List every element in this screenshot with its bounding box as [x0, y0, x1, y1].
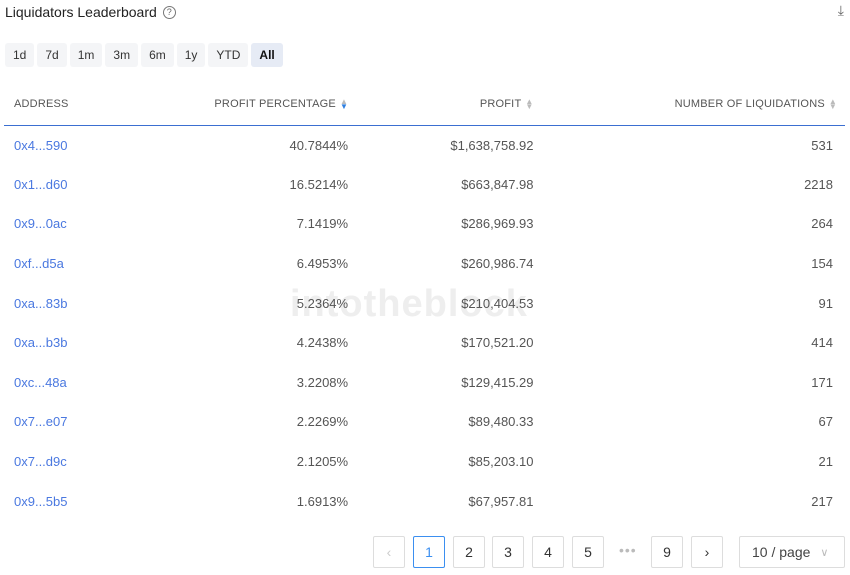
page-button-1[interactable]: 1: [413, 536, 445, 568]
address-cell[interactable]: 0xa...b3b: [4, 323, 122, 363]
page-button-5[interactable]: 5: [572, 536, 604, 568]
profit-cell: $85,203.10: [468, 454, 534, 470]
table-row: 0x9...0ac 7.1419% $286,969.93 264: [4, 204, 845, 244]
column-liquidations[interactable]: NUMBER OF LIQUIDATIONS ▲ ▼: [578, 84, 845, 126]
prev-page-button[interactable]: ‹: [373, 536, 405, 568]
profit-cell: $663,847.98: [461, 176, 534, 192]
liquidations-cell: 414: [811, 335, 833, 351]
address-cell[interactable]: 0x4...590: [4, 125, 122, 165]
liquidations-cell: 264: [811, 216, 833, 232]
table-row: 0xa...b3b 4.2438% $170,521.20 414: [4, 323, 845, 363]
profit-cell: $170,521.20: [461, 335, 534, 351]
time-range-selector: 1d 7d 1m 3m 6m 1y YTD All: [5, 43, 283, 67]
range-button-1d[interactable]: 1d: [5, 43, 35, 67]
sort-icon[interactable]: ▲ ▼: [340, 98, 348, 111]
title-text: Liquidators Leaderboard: [5, 4, 157, 20]
table-row: 0xa...83b 5.2364% $210,404.53 91: [4, 283, 845, 323]
profit-cell: $260,986.74: [461, 256, 534, 272]
liquidations-cell: 2218: [804, 176, 833, 192]
liquidations-cell: 171: [811, 374, 833, 390]
liquidations-cell: 217: [811, 493, 833, 509]
widget-title: Liquidators Leaderboard?: [5, 4, 176, 20]
table-row: 0x7...d9c 2.1205% $85,203.10 21: [4, 442, 845, 482]
table-row: 0xc...48a 3.2208% $129,415.29 171: [4, 363, 845, 403]
pagination-ellipsis[interactable]: •••: [619, 542, 637, 558]
address-cell[interactable]: 0x7...e07: [4, 402, 122, 442]
page-button-3[interactable]: 3: [492, 536, 524, 568]
liquidations-cell: 154: [811, 256, 833, 272]
profit-percentage-cell: 1.6913%: [296, 493, 349, 509]
liquidations-cell: 67: [818, 414, 833, 430]
profit-cell: $1,638,758.92: [450, 137, 534, 153]
profit-cell: $210,404.53: [461, 295, 534, 311]
profit-percentage-cell: 7.1419%: [296, 216, 349, 232]
leaderboard-table: ADDRESS PROFIT PERCENTAGE ▲ ▼ PROFIT ▲ ▼ NUM…: [4, 84, 845, 521]
help-icon[interactable]: ?: [162, 5, 176, 19]
column-profit-percentage[interactable]: PROFIT PERCENTAGE ▲ ▼: [122, 84, 379, 126]
table-row: 0x9...5b5 1.6913% $67,957.81 217: [4, 481, 845, 521]
page-button-4[interactable]: 4: [532, 536, 564, 568]
profit-cell: $67,957.81: [468, 493, 534, 509]
range-button-6m[interactable]: 6m: [141, 43, 174, 67]
range-button-ytd[interactable]: YTD: [208, 43, 249, 67]
address-cell[interactable]: 0x9...0ac: [4, 204, 122, 244]
range-button-3m[interactable]: 3m: [105, 43, 139, 67]
page-button-2[interactable]: 2: [453, 536, 485, 568]
sort-icon[interactable]: ▲ ▼: [525, 98, 533, 111]
profit-cell: $286,969.93: [461, 216, 534, 232]
range-button-1y[interactable]: 1y: [176, 43, 206, 67]
range-button-7d[interactable]: 7d: [37, 43, 67, 67]
range-button-1m[interactable]: 1m: [69, 43, 103, 67]
profit-percentage-cell: 3.2208%: [296, 374, 349, 390]
table-row: 0x7...e07 2.2269% $89,480.33 67: [4, 402, 845, 442]
profit-percentage-cell: 16.5214%: [289, 176, 349, 192]
chevron-down-icon: ∨: [820, 546, 829, 559]
profit-cell: $129,415.29: [461, 374, 534, 390]
next-page-button[interactable]: ›: [691, 536, 723, 568]
download-icon[interactable]: ⤓: [838, 2, 844, 19]
address-cell[interactable]: 0xf...d5a: [4, 244, 122, 284]
sort-icon[interactable]: ▲ ▼: [829, 98, 837, 111]
profit-percentage-cell: 40.7844%: [289, 137, 349, 153]
table-row: 0xf...d5a 6.4953% $260,986.74 154: [4, 244, 845, 284]
profit-percentage-cell: 2.2269%: [296, 414, 349, 430]
address-cell[interactable]: 0x1...d60: [4, 165, 122, 205]
table-row: 0x1...d60 16.5214% $663,847.98 2218: [4, 165, 845, 205]
address-cell[interactable]: 0xc...48a: [4, 363, 122, 403]
page-size-select[interactable]: 10 / page ∨: [739, 536, 845, 568]
column-profit[interactable]: PROFIT ▲ ▼: [378, 84, 579, 126]
address-cell[interactable]: 0x9...5b5: [4, 481, 122, 521]
profit-cell: $89,480.33: [468, 414, 534, 430]
liquidations-cell: 531: [811, 137, 833, 153]
profit-percentage-cell: 2.1205%: [296, 454, 349, 470]
liquidations-cell: 21: [818, 454, 833, 470]
page-button-9[interactable]: 9: [651, 536, 683, 568]
address-cell[interactable]: 0xa...83b: [4, 283, 122, 323]
range-button-all[interactable]: All: [251, 43, 283, 67]
table-row: 0x4...590 40.7844% $1,638,758.92 531: [4, 125, 845, 165]
liquidations-cell: 91: [818, 295, 833, 311]
address-cell[interactable]: 0x7...d9c: [4, 442, 122, 482]
profit-percentage-cell: 6.4953%: [296, 256, 349, 272]
column-address: ADDRESS: [4, 84, 123, 126]
profit-percentage-cell: 4.2438%: [296, 335, 349, 351]
profit-percentage-cell: 5.2364%: [296, 295, 349, 311]
